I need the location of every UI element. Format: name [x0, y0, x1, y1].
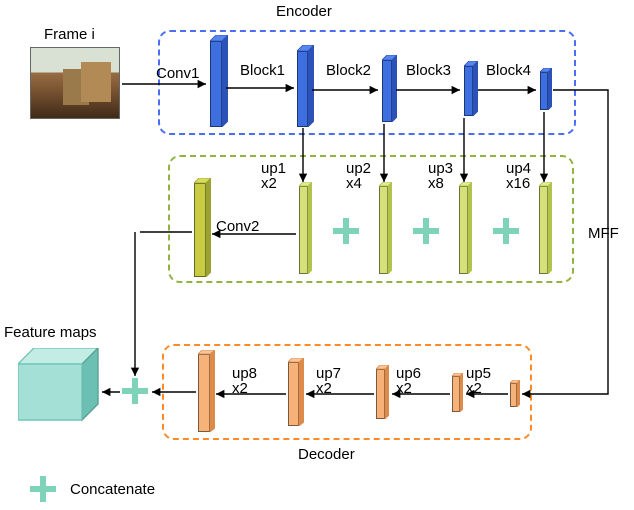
- concat-icon: [413, 218, 439, 244]
- encoder-title: Encoder: [276, 3, 332, 20]
- encoder-block4: [540, 72, 548, 110]
- decoder-up8-scale: x2: [232, 380, 248, 397]
- decoder-up7-scale: x2: [316, 380, 332, 397]
- decoder-up8: [198, 354, 210, 432]
- encoder-block2-label: Block2: [326, 62, 371, 79]
- decoder-up5: [452, 376, 460, 412]
- decoder-up6: [376, 369, 385, 419]
- frame-label: Frame i: [44, 26, 95, 43]
- decoder-up6-scale: x2: [396, 380, 412, 397]
- concat-icon: [122, 378, 148, 404]
- mff-up3: [459, 186, 468, 274]
- mff-up2-scale: x4: [346, 175, 362, 192]
- mff-conv2-out: [194, 183, 206, 277]
- mff-label: MFF: [588, 225, 619, 242]
- decoder-up5-scale: x2: [466, 380, 482, 397]
- mff-up1: [299, 186, 308, 274]
- encoder-conv1-label: Conv1: [156, 65, 199, 82]
- encoder-block4-label: Block4: [486, 62, 531, 79]
- concat-icon: [333, 218, 359, 244]
- encoder-block1: [297, 51, 308, 127]
- feature-maps-cube: [18, 348, 103, 428]
- mff-up3-scale: x8: [428, 175, 444, 192]
- encoder-conv1-block: [210, 41, 222, 127]
- mff-conv2-label: Conv2: [216, 218, 259, 235]
- encoder-block3: [464, 66, 473, 116]
- decoder-in: [510, 383, 517, 407]
- mff-up2: [379, 186, 388, 274]
- encoder-block3-label: Block3: [406, 62, 451, 79]
- mff-up4: [539, 186, 548, 274]
- concat-icon: [30, 476, 56, 502]
- decoder-title: Decoder: [298, 446, 355, 463]
- encoder-block2: [382, 60, 392, 122]
- encoder-block1-label: Block1: [240, 62, 285, 79]
- output-label: Feature maps: [4, 324, 97, 341]
- mff-up1-scale: x2: [261, 175, 277, 192]
- concat-icon: [493, 218, 519, 244]
- decoder-up7: [288, 362, 299, 426]
- input-frame-image: [30, 47, 120, 119]
- mff-up4-scale: x16: [506, 175, 530, 192]
- legend-concatenate: Concatenate: [70, 481, 155, 498]
